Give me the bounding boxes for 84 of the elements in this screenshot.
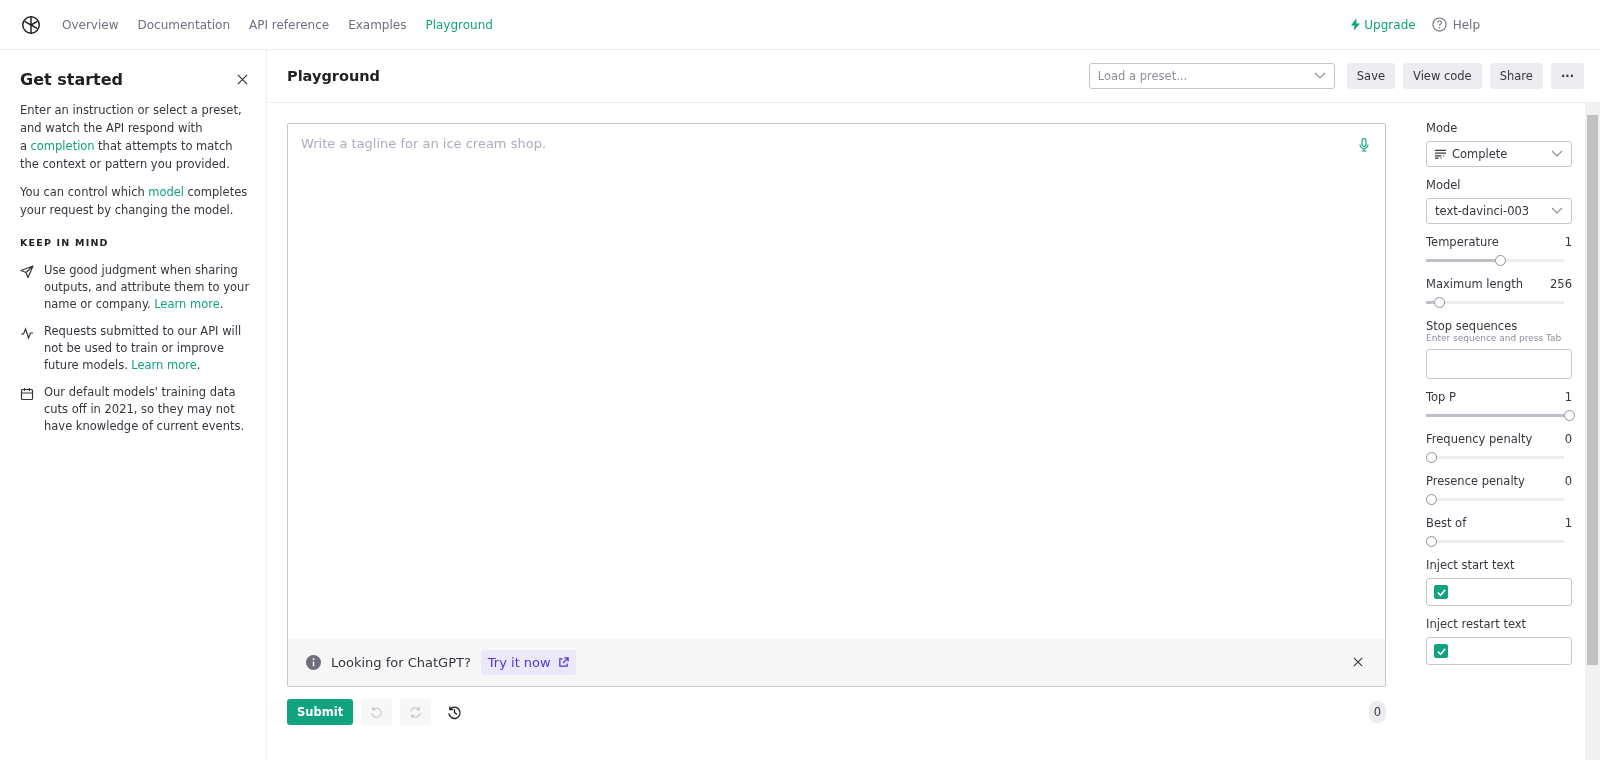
slider-thumb[interactable] xyxy=(1495,255,1506,266)
undo-button[interactable] xyxy=(361,699,393,725)
doc-link[interactable]: completion xyxy=(30,139,95,153)
setting-hint: Enter sequence and press Tab xyxy=(1426,333,1563,343)
sidebar-title: Get started xyxy=(20,70,123,89)
setting-value: 256 xyxy=(1550,277,1572,291)
section-title: KEEP IN MIND xyxy=(20,237,110,248)
setting-value: 1 xyxy=(1564,235,1572,249)
external-link-icon xyxy=(557,656,569,668)
more-button[interactable]: ··· xyxy=(1550,63,1584,89)
prompt-editor[interactable]: Write a tagline for an ice cream shop. Looking for ChatGPT? Try it now xyxy=(287,123,1386,687)
setting-label: Best of xyxy=(1426,516,1467,530)
prompt-input[interactable]: Write a tagline for an ice cream shop. xyxy=(301,136,1359,638)
stop-sequence-field[interactable] xyxy=(1426,349,1572,379)
setting-value: 1 xyxy=(1564,516,1572,530)
header-button[interactable]: Save xyxy=(1346,63,1395,89)
chevron-icon xyxy=(1551,207,1563,215)
slider-thumb[interactable] xyxy=(1426,452,1437,463)
setting-value: 0 xyxy=(1564,432,1572,446)
chevron-icon xyxy=(1313,72,1326,80)
intro-paragraph: Enter an instruction or select a preset, and watch the API respond with a completion that attempts to match the context or pattern you provided. xyxy=(20,102,243,173)
setting-label: Top P xyxy=(1426,390,1456,404)
calendar-icon xyxy=(20,387,34,401)
setting-select[interactable]: text-davinci-003 xyxy=(1426,198,1572,224)
nav-link[interactable]: Playground xyxy=(425,17,493,32)
help-link[interactable]: Help xyxy=(1431,17,1480,32)
setting-label: Temperature xyxy=(1426,235,1499,249)
setting-label: Frequency penalty xyxy=(1426,432,1533,446)
note-text: Our default models' training data cuts off in 2021, so they may not have knowledge of current events. xyxy=(44,384,246,435)
preset-placeholder: Load a preset... xyxy=(1097,69,1188,83)
inject-field[interactable] xyxy=(1426,578,1572,606)
doc-link[interactable]: model xyxy=(148,185,185,199)
header-button[interactable]: Share xyxy=(1489,63,1543,89)
setting-label: Inject start text xyxy=(1426,558,1515,572)
setting-select[interactable]: Complete xyxy=(1426,141,1572,167)
setting-label: Presence penalty xyxy=(1426,474,1525,488)
submit-button[interactable]: Submit xyxy=(287,699,354,725)
nav-link[interactable]: Documentation xyxy=(137,17,230,32)
try-it-now-link[interactable]: Try it now xyxy=(480,649,576,675)
note-text: Requests submitted to our API will not be used to train or improve future models. Learn more. xyxy=(44,323,243,374)
send-icon xyxy=(20,265,34,279)
close-button[interactable] xyxy=(1351,655,1365,669)
note-text: Use good judgment when sharing outputs, and attribute them to your name or company. Learn more. xyxy=(44,262,251,313)
slider-thumb[interactable] xyxy=(1426,494,1437,505)
learn-more-link[interactable]: Learn more xyxy=(154,297,220,311)
setting-label: Maximum length xyxy=(1426,277,1523,291)
page-title: Playground xyxy=(287,68,380,84)
header-button[interactable]: View code xyxy=(1403,63,1482,89)
setting-label: Inject restart text xyxy=(1426,617,1527,631)
nav-link[interactable]: API reference xyxy=(249,17,330,32)
select-value: Complete xyxy=(1452,147,1508,161)
setting-label: Model xyxy=(1426,178,1461,192)
chevron-icon xyxy=(1551,150,1563,158)
logo-icon[interactable] xyxy=(20,13,42,36)
close-button[interactable] xyxy=(235,72,250,87)
redo-button[interactable] xyxy=(400,699,432,725)
setting-label: Mode xyxy=(1426,121,1458,135)
upgrade-link[interactable]: Upgrade xyxy=(1351,17,1416,32)
token-count: 0 xyxy=(1368,701,1386,723)
nav-link[interactable]: Overview xyxy=(62,17,119,32)
setting-label: Stop sequences xyxy=(1426,319,1518,333)
scrollbar[interactable] xyxy=(1585,103,1600,760)
checkbox[interactable] xyxy=(1434,644,1448,658)
slider-thumb[interactable] xyxy=(1426,536,1437,547)
preset-select[interactable]: Load a preset... xyxy=(1088,63,1335,89)
history-icon xyxy=(447,704,463,720)
learn-more-link[interactable]: Learn more xyxy=(131,358,197,372)
lightning-icon xyxy=(1351,18,1361,31)
slider-thumb[interactable] xyxy=(1564,410,1575,421)
help-icon xyxy=(1431,17,1447,32)
banner-text: Looking for ChatGPT? xyxy=(331,654,471,670)
microphone-icon[interactable] xyxy=(1359,138,1369,152)
refresh-icon xyxy=(409,705,423,719)
inject-field[interactable] xyxy=(1426,637,1572,665)
info-icon xyxy=(306,654,321,670)
undo-icon xyxy=(370,705,384,719)
checkbox[interactable] xyxy=(1434,585,1448,599)
intro-paragraph: You can control which model completes your request by changing the model. xyxy=(20,184,249,219)
nav-link[interactable]: Examples xyxy=(348,17,407,32)
setting-value: 0 xyxy=(1564,474,1572,488)
setting-value: 1 xyxy=(1564,390,1572,404)
slider-thumb[interactable] xyxy=(1434,297,1446,308)
activity-icon xyxy=(20,326,34,340)
select-value: text-davinci-003 xyxy=(1435,204,1530,218)
